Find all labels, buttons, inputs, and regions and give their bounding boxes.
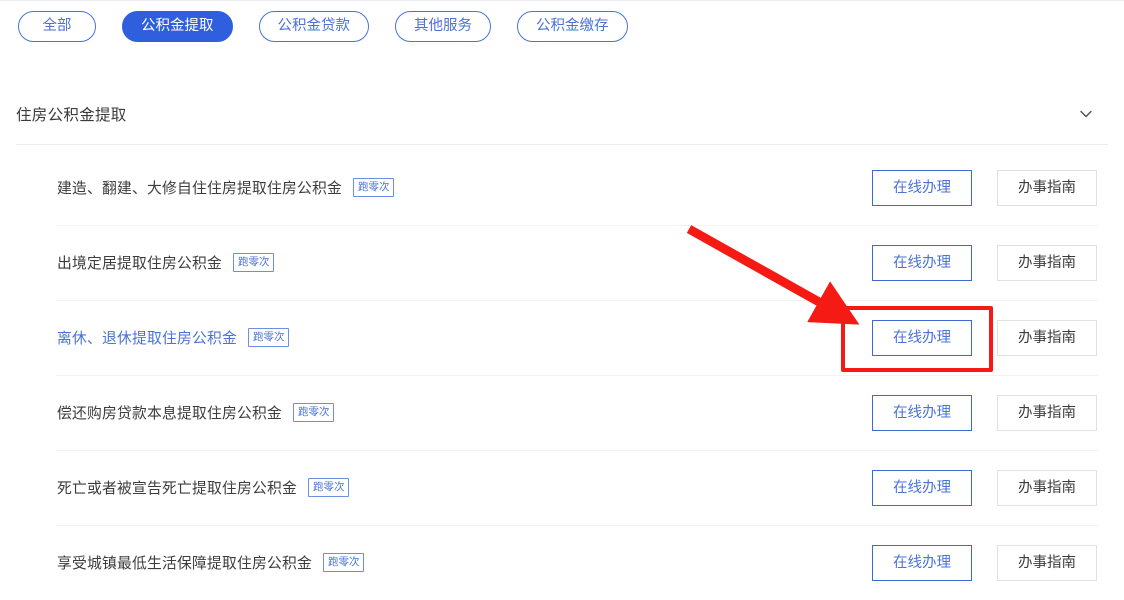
category-filter-bar: 全部 公积金提取 公积金贷款 其他服务 公积金缴存 [18,11,628,42]
online-apply-button[interactable]: 在线办理 [872,169,972,206]
service-name-group: 出境定居提取住房公积金 跑零次 [57,252,275,273]
chevron-down-icon[interactable] [1078,106,1108,122]
service-name[interactable]: 离休、退休提取住房公积金 [57,327,237,348]
status-badge: 跑零次 [292,402,335,423]
row-actions: 在线办理 办事指南 [872,244,1097,281]
service-list: 建造、翻建、大修自住住房提取住房公积金 跑零次 在线办理 办事指南 出境定居提取… [0,150,1124,600]
page-title: 住房公积金提取 [16,107,127,124]
filter-pill-other-services[interactable]: 其他服务 [395,11,491,42]
section-header-housing-fund-withdrawal[interactable]: 住房公积金提取 [16,92,1108,136]
service-name[interactable]: 偿还购房贷款本息提取住房公积金 [57,402,282,423]
table-row[interactable]: 享受城镇最低生活保障提取住房公积金 跑零次 在线办理 办事指南 [0,525,1124,600]
table-row[interactable]: 离休、退休提取住房公积金 跑零次 在线办理 办事指南 [0,300,1124,375]
top-divider [0,0,1124,1]
table-row[interactable]: 出境定居提取住房公积金 跑零次 在线办理 办事指南 [0,225,1124,300]
filter-pill-withdrawal[interactable]: 公积金提取 [122,11,233,42]
service-name-group: 离休、退休提取住房公积金 跑零次 [57,327,290,348]
service-name[interactable]: 享受城镇最低生活保障提取住房公积金 [57,552,312,573]
online-apply-button[interactable]: 在线办理 [872,544,972,581]
online-apply-button[interactable]: 在线办理 [872,469,972,506]
status-badge: 跑零次 [232,252,275,273]
service-name[interactable]: 死亡或者被宣告死亡提取住房公积金 [57,477,297,498]
row-actions: 在线办理 办事指南 [872,319,1097,356]
service-guide-button[interactable]: 办事指南 [997,319,1097,356]
online-apply-button[interactable]: 在线办理 [872,244,972,281]
table-row[interactable]: 死亡或者被宣告死亡提取住房公积金 跑零次 在线办理 办事指南 [0,450,1124,525]
online-apply-button[interactable]: 在线办理 [872,319,972,356]
online-apply-button[interactable]: 在线办理 [872,394,972,431]
table-row[interactable]: 偿还购房贷款本息提取住房公积金 跑零次 在线办理 办事指南 [0,375,1124,450]
service-name-group: 死亡或者被宣告死亡提取住房公积金 跑零次 [57,477,350,498]
service-name-group: 建造、翻建、大修自住住房提取住房公积金 跑零次 [57,177,395,198]
service-guide-button[interactable]: 办事指南 [997,544,1097,581]
section-divider [16,144,1108,145]
status-badge: 跑零次 [322,552,365,573]
service-guide-button[interactable]: 办事指南 [997,469,1097,506]
status-badge: 跑零次 [307,477,350,498]
filter-pill-deposit[interactable]: 公积金缴存 [517,11,628,42]
service-guide-button[interactable]: 办事指南 [997,394,1097,431]
status-badge: 跑零次 [352,177,395,198]
service-name[interactable]: 建造、翻建、大修自住住房提取住房公积金 [57,177,342,198]
service-guide-button[interactable]: 办事指南 [997,244,1097,281]
row-actions: 在线办理 办事指南 [872,394,1097,431]
service-name-group: 享受城镇最低生活保障提取住房公积金 跑零次 [57,552,365,573]
service-name[interactable]: 出境定居提取住房公积金 [57,252,222,273]
service-name-group: 偿还购房贷款本息提取住房公积金 跑零次 [57,402,335,423]
row-actions: 在线办理 办事指南 [872,169,1097,206]
row-actions: 在线办理 办事指南 [872,544,1097,581]
status-badge: 跑零次 [247,327,290,348]
row-actions: 在线办理 办事指南 [872,469,1097,506]
service-guide-button[interactable]: 办事指南 [997,169,1097,206]
table-row[interactable]: 建造、翻建、大修自住住房提取住房公积金 跑零次 在线办理 办事指南 [0,150,1124,225]
filter-pill-all[interactable]: 全部 [18,11,96,42]
filter-pill-loan[interactable]: 公积金贷款 [258,11,369,42]
